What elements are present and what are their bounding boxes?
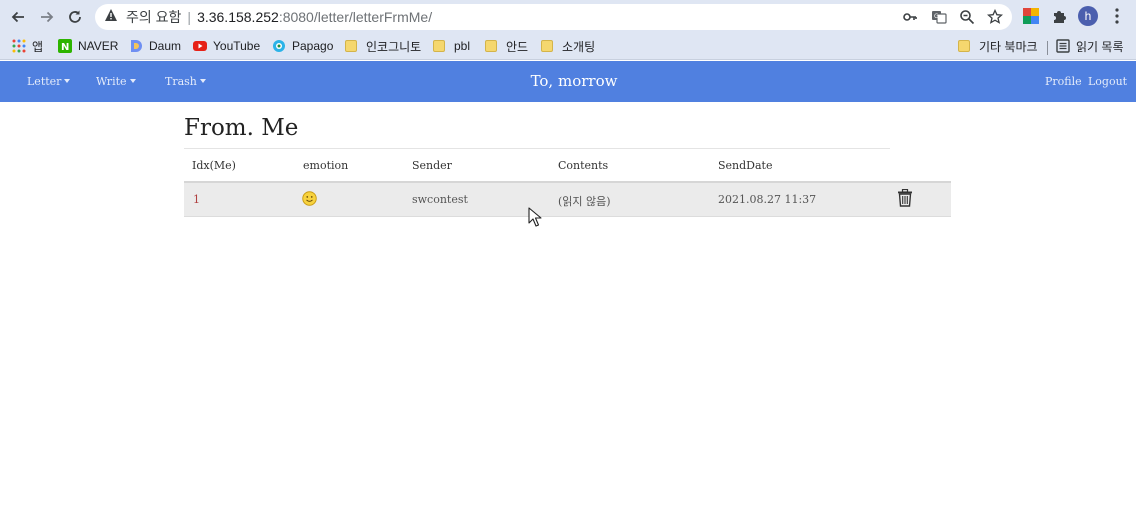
puzzle-extensions-icon[interactable] (1051, 7, 1069, 25)
bookmarks-bar: 앱 N NAVER Daum YouTube Papago 인코그니토 pbl … (0, 33, 1136, 60)
reading-list[interactable]: 읽기 목록 (1056, 37, 1124, 55)
svg-text:G: G (934, 13, 939, 20)
security-warning-label: 주의 요함 (126, 9, 182, 25)
folder-icon (541, 40, 553, 52)
browser-toolbar: 주의 요함 | 3.36.158.252:8080/letter/letterFrm… (0, 0, 1136, 33)
naver-icon: N (58, 39, 72, 53)
bookmark-folder-label: 안드 (506, 39, 529, 54)
daum-icon (131, 40, 142, 52)
warning-icon (105, 9, 117, 21)
bookmark-naver-label: NAVER (78, 39, 119, 53)
bookmark-daum-label: Daum (149, 39, 182, 53)
reload-button[interactable] (62, 4, 88, 30)
mouse-cursor-icon (528, 207, 542, 227)
back-button[interactable] (5, 4, 31, 30)
page-title: From. Me (184, 115, 299, 141)
reload-icon (69, 10, 81, 23)
folder-icon (958, 40, 970, 52)
title-divider (184, 148, 890, 149)
reading-list-icon (1056, 39, 1070, 53)
profile-link[interactable]: Profile (1045, 75, 1082, 88)
column-header-emotion: emotion (303, 159, 349, 172)
column-header-senddate: SendDate (718, 159, 773, 172)
column-header-sender: Sender (412, 159, 452, 172)
bookmark-folder-label: pbl (454, 39, 471, 53)
cell-sender: swcontest (412, 193, 468, 206)
star-icon[interactable] (986, 8, 1004, 26)
apps-grid-icon (12, 39, 26, 53)
arrow-left-icon (11, 11, 24, 23)
trash-icon[interactable] (897, 189, 913, 207)
cell-senddate: 2021.08.27 11:37 (718, 193, 817, 206)
translate-icon[interactable]: G (930, 8, 948, 26)
column-header-idx: Idx(Me) (192, 159, 236, 172)
url-path: :8080/letter/letterFrmMe/ (278, 9, 433, 25)
bookmark-folder-blinddate[interactable]: 소개팅 (541, 37, 595, 55)
url-host: 3.36.158.252 (197, 9, 279, 25)
papago-icon (273, 40, 285, 52)
bookmark-divider (1047, 41, 1048, 55)
key-icon[interactable] (901, 8, 919, 26)
bookmark-folder-label: 인코그니토 (366, 39, 422, 54)
bookmark-apps-label: 앱 (32, 39, 44, 54)
site-navbar: Letter Write Trash To, morrow Profile Lo… (0, 61, 1136, 102)
smiley-face-icon (302, 191, 317, 206)
address-bar[interactable]: 주의 요함 | 3.36.158.252:8080/letter/letterFrm… (95, 4, 1012, 30)
bookmark-papago[interactable]: Papago (272, 37, 333, 55)
bookmark-other[interactable]: 기타 북마크 (958, 37, 1038, 55)
brand-title[interactable]: To, morrow (0, 72, 1136, 90)
bookmark-naver[interactable]: N NAVER (58, 37, 118, 55)
bookmark-youtube[interactable]: YouTube (193, 37, 260, 55)
more-vertical-icon[interactable] (1108, 7, 1126, 25)
bookmark-papago-label: Papago (292, 39, 334, 53)
column-header-contents: Contents (558, 159, 609, 172)
bookmark-folder-pbl[interactable]: pbl (433, 37, 470, 55)
bookmark-youtube-label: YouTube (213, 39, 261, 53)
url-separator: | (187, 9, 192, 25)
bookmark-folder-incognito[interactable]: 인코그니토 (345, 37, 421, 55)
folder-icon (485, 40, 497, 52)
bookmark-other-label: 기타 북마크 (979, 39, 1038, 54)
zoom-icon[interactable] (958, 8, 976, 26)
bookmark-folder-android[interactable]: 안드 (485, 37, 528, 55)
logout-link[interactable]: Logout (1088, 75, 1127, 88)
cell-contents[interactable]: (읽지 않음) (558, 193, 611, 209)
youtube-icon (193, 41, 207, 51)
profile-avatar[interactable]: h (1078, 6, 1098, 26)
table-row[interactable]: 1 swcontest (읽지 않음) 2021.08.27 11:37 (184, 183, 951, 217)
cell-idx: 1 (193, 193, 200, 206)
arrow-right-icon (41, 11, 54, 23)
extension-colorful-icon[interactable] (1022, 7, 1040, 25)
reading-list-label: 읽기 목록 (1076, 39, 1124, 54)
bookmark-apps[interactable]: 앱 (12, 37, 43, 55)
bookmark-folder-label: 소개팅 (562, 39, 596, 54)
folder-icon (433, 40, 445, 52)
url-text: 주의 요함 | 3.36.158.252:8080/letter/letterFrm… (126, 8, 432, 26)
svg-text:N: N (61, 42, 69, 53)
bookmark-daum[interactable]: Daum (129, 37, 181, 55)
forward-button[interactable] (34, 4, 60, 30)
folder-icon (345, 40, 357, 52)
